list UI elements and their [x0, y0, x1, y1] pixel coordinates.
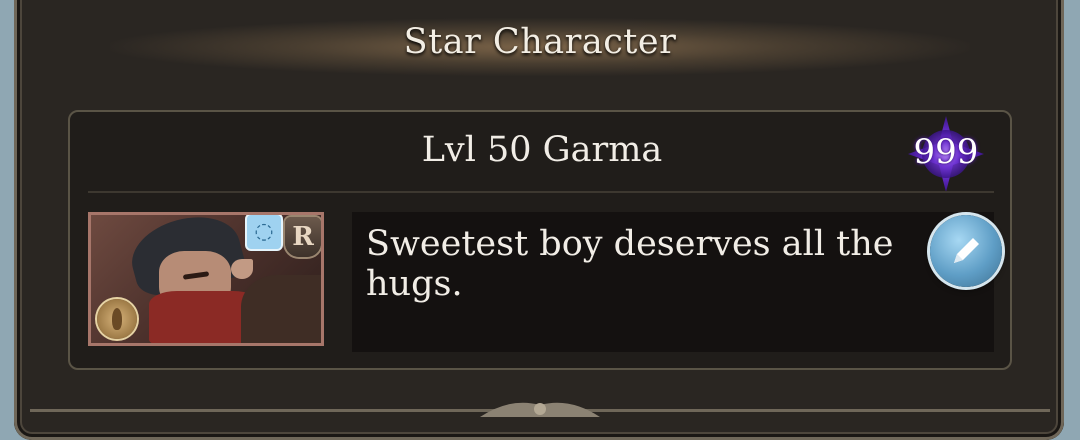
- card-divider: [88, 191, 994, 193]
- character-comment: Sweetest boy deserves all the hugs.: [366, 224, 894, 304]
- character-portrait[interactable]: ◌ R: [88, 212, 324, 346]
- earth-element-icon: [97, 299, 137, 339]
- rarity-r-icon: R: [285, 217, 321, 257]
- comment-box: Sweetest boy deserves all the hugs.: [352, 212, 994, 352]
- ring-icon: ◌: [245, 215, 283, 251]
- panel-title: Star Character: [403, 22, 677, 62]
- bottom-ornament: [30, 402, 1050, 417]
- edit-comment-button[interactable]: [930, 215, 1002, 287]
- purple-star-icon: 999: [906, 116, 986, 192]
- star-character-card: Lvl 50 Garma 999 ◌ R Sweetest boy deserv…: [68, 110, 1012, 370]
- character-name-level: Lvl 50 Garma: [421, 130, 663, 170]
- pencil-edit-icon: [954, 238, 979, 263]
- star-count: 999: [913, 132, 979, 172]
